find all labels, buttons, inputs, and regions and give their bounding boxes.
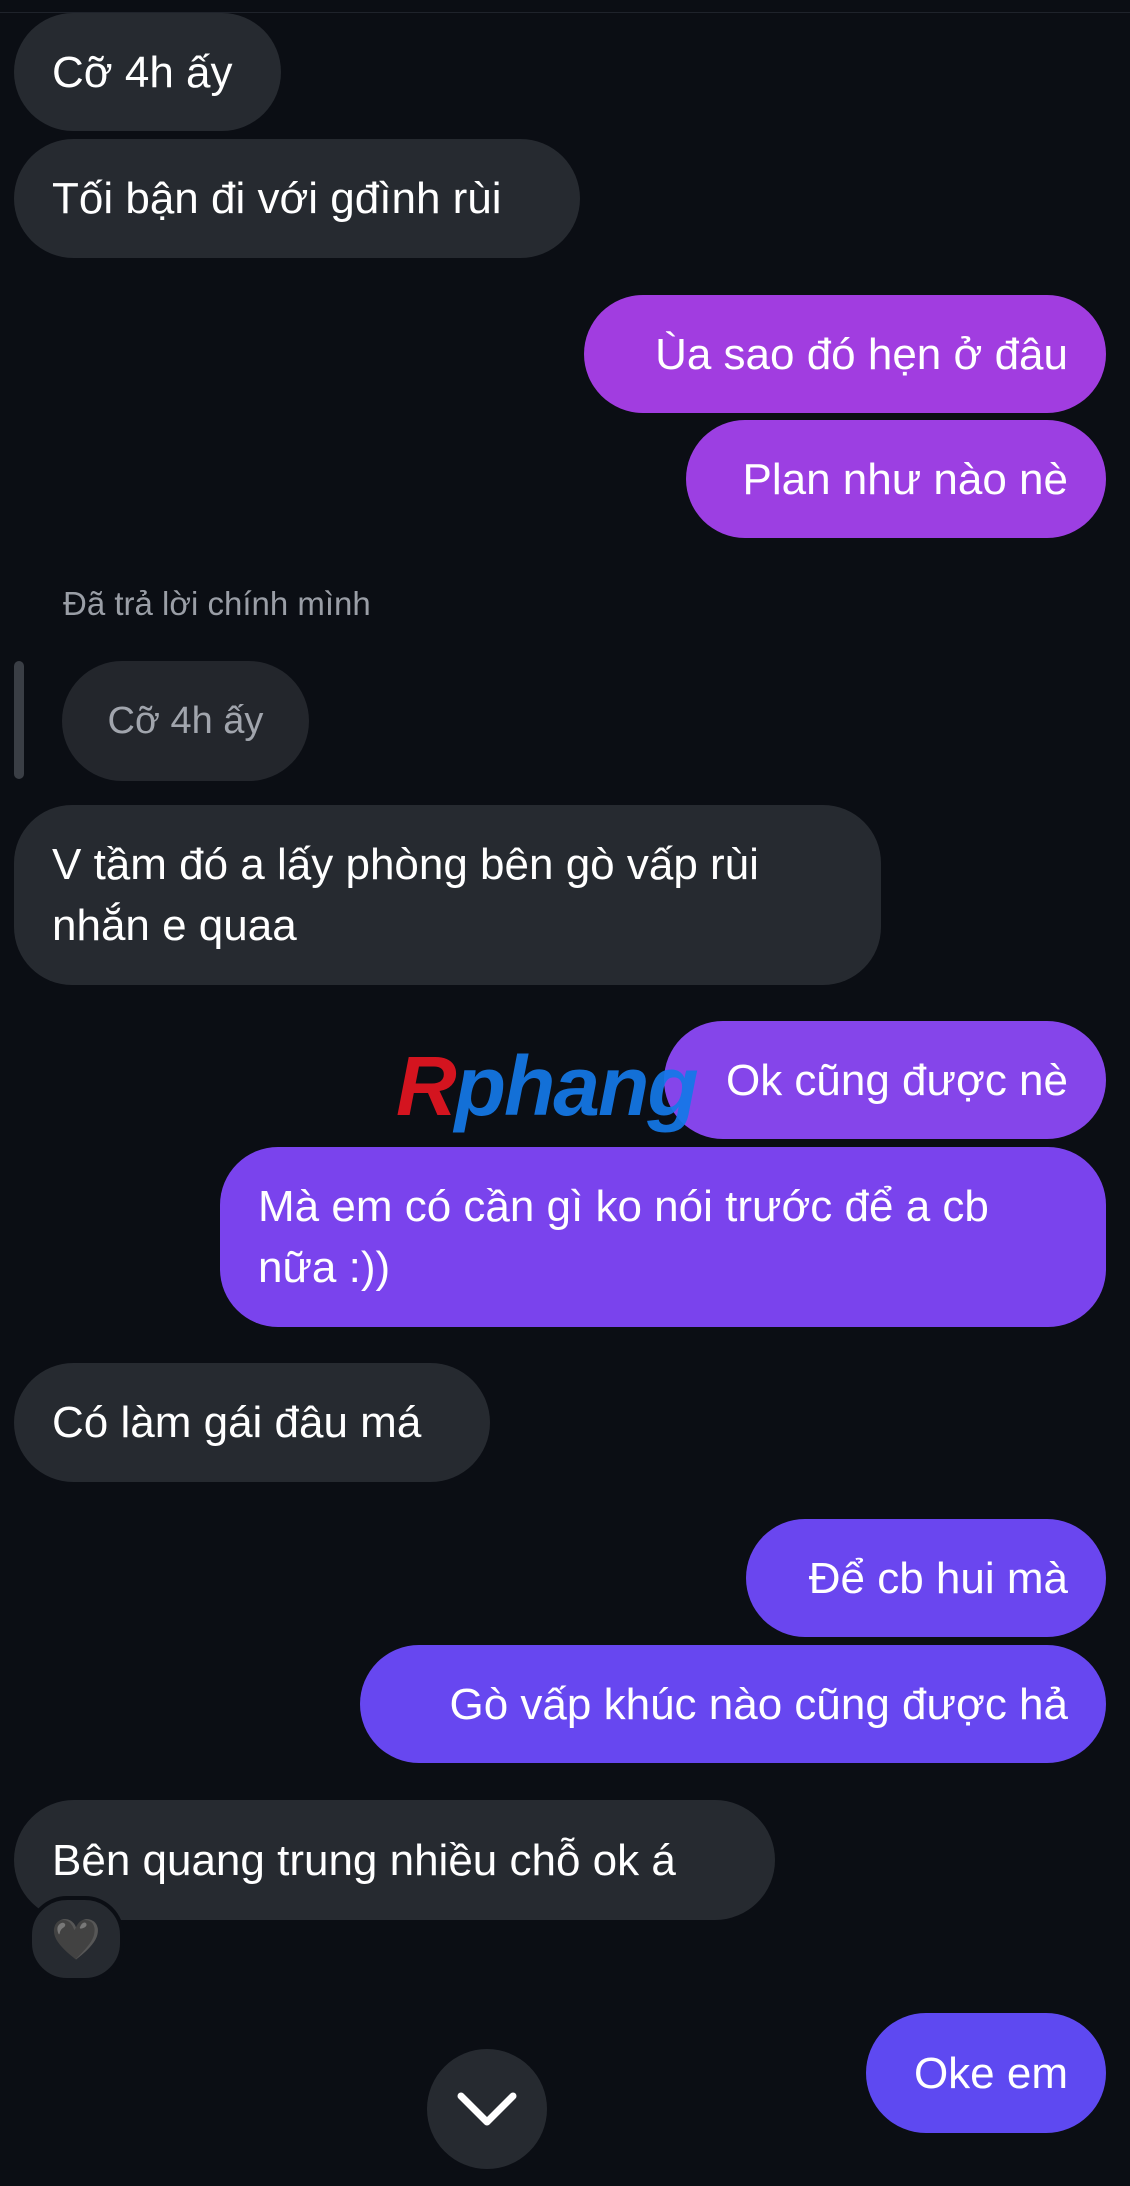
message-text: Để cb hui mà <box>808 1553 1068 1603</box>
message-text: Tối bận đi với gđình rùi <box>52 174 502 223</box>
black-heart-icon: 🖤 <box>51 1917 101 1962</box>
message-text: Oke em <box>913 2048 1068 2098</box>
message-text: V tầm đó a lấy phòng bên gò vấp rùi nhắn… <box>52 840 759 950</box>
reply-context-label: Đã trả lời chính mình <box>63 585 371 622</box>
scroll-down-button[interactable] <box>427 2049 547 2169</box>
reaction-badge[interactable]: 🖤 <box>28 1896 124 1982</box>
watermark-text: phang <box>454 1039 699 1133</box>
message-sent[interactable]: Ùa sao đó hẹn ở đâu <box>584 295 1106 413</box>
message-received[interactable]: Cỡ 4h ấy <box>14 13 281 131</box>
watermark-initial: R <box>396 1039 457 1133</box>
message-text: Plan như nào nè <box>742 454 1069 504</box>
message-sent[interactable]: Ok cũng được nè <box>664 1021 1106 1139</box>
quoted-message-text: Cỡ 4h ấy <box>107 699 264 742</box>
message-text: Bên quang trung nhiều chỗ ok á <box>52 1835 676 1885</box>
message-sent[interactable]: Plan như nào nè <box>686 420 1106 538</box>
message-text: Ok cũng được nè <box>725 1055 1068 1105</box>
message-received[interactable]: Bên quang trung nhiều chỗ ok á <box>14 1800 775 1920</box>
message-sent[interactable]: Oke em <box>866 2013 1106 2133</box>
chevron-down-icon <box>457 2092 517 2126</box>
message-text: Mà em có cần gì ko nói trước để a cb nữa… <box>258 1182 989 1292</box>
message-text: Cỡ 4h ấy <box>52 47 233 97</box>
message-text: Có làm gái đâu má <box>52 1398 422 1447</box>
message-text: Ùa sao đó hẹn ở đâu <box>655 329 1068 379</box>
quoted-message[interactable]: Cỡ 4h ấy <box>62 661 309 781</box>
message-sent[interactable]: Để cb hui mà <box>746 1519 1106 1637</box>
reply-indicator-bar <box>14 661 24 779</box>
message-received[interactable]: Tối bận đi với gđình rùi <box>14 139 580 258</box>
message-received[interactable]: V tầm đó a lấy phòng bên gò vấp rùi nhắn… <box>14 805 881 985</box>
message-sent[interactable]: Mà em có cần gì ko nói trước để a cb nữa… <box>220 1147 1106 1327</box>
message-sent[interactable]: Gò vấp khúc nào cũng được hả <box>360 1645 1106 1763</box>
message-received[interactable]: Có làm gái đâu má <box>14 1363 490 1482</box>
watermark-logo: Rphang <box>396 1044 699 1128</box>
message-text: Gò vấp khúc nào cũng được hả <box>449 1679 1068 1729</box>
